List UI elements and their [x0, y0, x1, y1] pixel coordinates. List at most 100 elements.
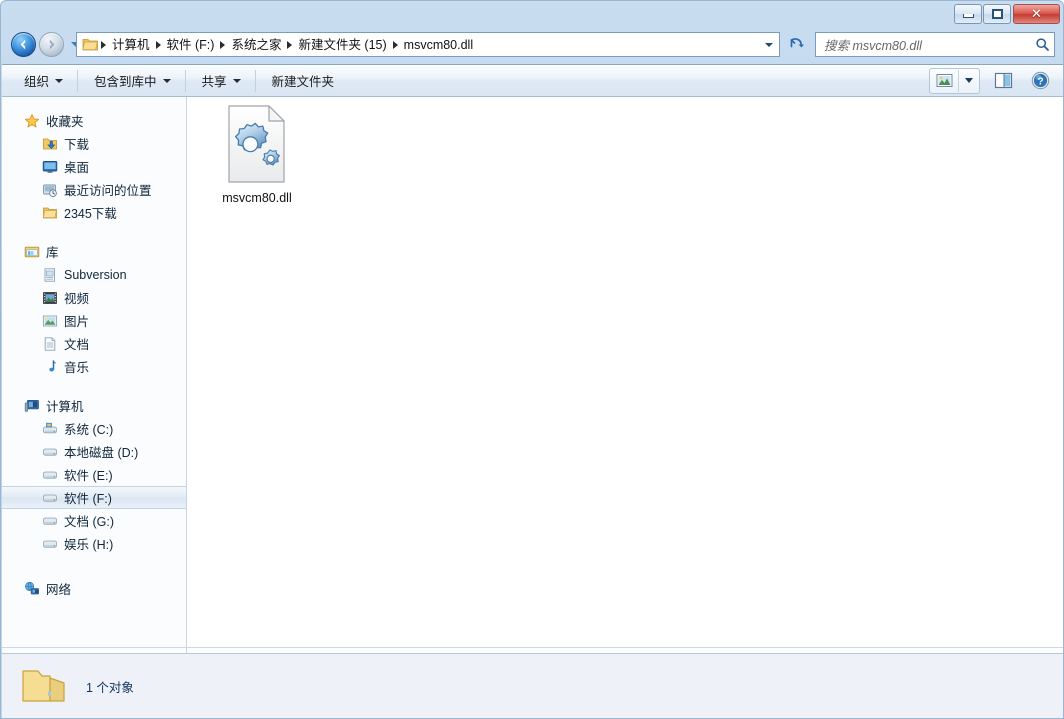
refresh-button[interactable] — [786, 34, 808, 55]
sidebar-item-drive-g[interactable]: 文档 (G:) — [2, 509, 186, 532]
explorer-window: ✕ — [0, 0, 1064, 719]
sidebar-item-subversion[interactable]: Subversion — [2, 263, 186, 286]
forward-button[interactable] — [39, 32, 64, 57]
documents-icon — [42, 336, 58, 352]
view-mode-icon — [930, 70, 958, 92]
minimize-button[interactable] — [954, 4, 982, 24]
open-folder-icon — [20, 665, 68, 707]
toolbar-separator — [185, 70, 186, 92]
status-text: 1 个对象 — [86, 677, 134, 696]
sidebar-label: Subversion — [64, 268, 127, 282]
sidebar-label: 桌面 — [64, 157, 89, 176]
refresh-icon — [788, 36, 806, 53]
video-icon — [42, 290, 58, 306]
sidebar-item-drive-h[interactable]: 娱乐 (H:) — [2, 532, 186, 555]
drive-icon — [42, 490, 58, 506]
sidebar-group-favorites[interactable]: 收藏夹 — [2, 109, 186, 132]
sidebar-item-pictures[interactable]: 图片 — [2, 309, 186, 332]
address-history-dropdown[interactable] — [761, 33, 777, 56]
breadcrumb-item-4[interactable]: msvcm80.dll — [399, 35, 478, 55]
change-view-button[interactable] — [929, 68, 980, 94]
explorer-body: 收藏夹 下载 桌面 — [2, 97, 1064, 653]
sidebar-label: 系统 (C:) — [64, 419, 113, 438]
sidebar-item-documents[interactable]: 文档 — [2, 332, 186, 355]
title-bar: ✕ — [1, 1, 1064, 27]
spacer — [2, 97, 186, 109]
sidebar-group-network[interactable]: 网络 — [2, 577, 186, 600]
sidebar-item-drive-d[interactable]: 本地磁盘 (D:) — [2, 440, 186, 463]
breadcrumb-item-0[interactable]: 计算机 — [107, 35, 155, 55]
close-button[interactable]: ✕ — [1013, 4, 1060, 24]
chevron-down-icon — [233, 79, 241, 83]
sidebar-item-drive-f[interactable]: 软件 (F:) — [2, 486, 186, 509]
breadcrumb-separator[interactable] — [287, 41, 292, 49]
drive-icon — [42, 467, 58, 483]
sidebar-item-2345-downloads[interactable]: 2345下载 — [2, 201, 186, 224]
close-icon: ✕ — [1031, 6, 1042, 22]
sidebar-label: 娱乐 (H:) — [64, 534, 113, 553]
sidebar-item-desktop[interactable]: 桌面 — [2, 155, 186, 178]
search-icon — [1035, 37, 1050, 52]
search-input[interactable]: 搜索 msvcm80.dll — [824, 35, 1035, 54]
file-item[interactable]: msvcm80.dll — [209, 105, 305, 206]
sidebar-item-downloads[interactable]: 下载 — [2, 132, 186, 155]
address-bar[interactable]: 计算机 软件 (F:) 系统之家 新建文件夹 (15) msvcm80.dll — [76, 32, 780, 57]
spacer — [2, 555, 186, 577]
sidebar-label: 下载 — [64, 134, 89, 153]
include-in-library-label: 包含到库中 — [94, 71, 157, 90]
breadcrumb-separator[interactable] — [101, 41, 106, 49]
chevron-down-icon — [163, 79, 171, 83]
navigation-pane: 收藏夹 下载 桌面 — [2, 97, 186, 653]
breadcrumb-item-1[interactable]: 软件 (F:) — [162, 35, 220, 55]
downloads-icon — [42, 136, 58, 152]
sidebar-item-music[interactable]: 音乐 — [2, 355, 186, 378]
file-list-pane[interactable]: msvcm80.dll — [187, 97, 1064, 653]
sidebar-item-drive-c[interactable]: 系统 (C:) — [2, 417, 186, 440]
view-mode-dropdown[interactable] — [958, 70, 979, 92]
sidebar-group-libraries[interactable]: 库 — [2, 240, 186, 263]
folder-icon — [42, 205, 58, 221]
forward-arrow-icon — [45, 38, 58, 51]
share-with-button[interactable]: 共享 — [192, 67, 251, 94]
organize-label: 组织 — [24, 71, 49, 90]
organize-button[interactable]: 组织 — [14, 67, 73, 94]
spacer — [2, 224, 186, 240]
breadcrumb-separator[interactable] — [220, 41, 225, 49]
maximize-button[interactable] — [983, 4, 1011, 24]
system-drive-icon — [42, 421, 58, 437]
star-icon — [24, 113, 40, 129]
sidebar-label: 图片 — [64, 311, 89, 330]
dll-file-icon — [226, 105, 288, 183]
breadcrumb-item-2[interactable]: 系统之家 — [226, 35, 286, 55]
sidebar-group-computer[interactable]: 计算机 — [2, 394, 186, 417]
back-arrow-icon — [17, 38, 30, 51]
sidebar-item-drive-e[interactable]: 软件 (E:) — [2, 463, 186, 486]
sidebar-item-videos[interactable]: 视频 — [2, 286, 186, 309]
help-button[interactable]: ? — [1026, 69, 1054, 93]
sidebar-label: 视频 — [64, 288, 89, 307]
desktop-icon — [42, 159, 58, 175]
library-icon — [24, 244, 40, 260]
address-row: 计算机 软件 (F:) 系统之家 新建文件夹 (15) msvcm80.dll … — [1, 29, 1064, 63]
toolbar-separator — [77, 70, 78, 92]
sidebar-label: 软件 (E:) — [64, 465, 113, 484]
command-toolbar: 组织 包含到库中 共享 新建文件夹 — [2, 64, 1064, 97]
toolbar-right-group: ? — [929, 68, 1064, 94]
chevron-down-icon — [55, 79, 63, 83]
new-folder-label: 新建文件夹 — [272, 71, 335, 90]
sidebar-label: 2345下载 — [64, 203, 117, 222]
breadcrumb-separator[interactable] — [393, 41, 398, 49]
sidebar-label: 网络 — [46, 579, 71, 598]
breadcrumb-item-3[interactable]: 新建文件夹 (15) — [293, 35, 391, 55]
svg-text:?: ? — [1037, 77, 1043, 88]
folder-icon — [82, 37, 99, 52]
preview-pane-icon — [994, 72, 1013, 89]
breadcrumb-separator[interactable] — [156, 41, 161, 49]
preview-pane-button[interactable] — [989, 69, 1017, 93]
sidebar-item-recent-places[interactable]: 最近访问的位置 — [2, 178, 186, 201]
include-in-library-button[interactable]: 包含到库中 — [84, 67, 181, 94]
new-folder-button[interactable]: 新建文件夹 — [262, 67, 345, 94]
back-button[interactable] — [11, 32, 36, 57]
search-box[interactable]: 搜索 msvcm80.dll — [815, 32, 1055, 57]
spacer — [2, 378, 186, 394]
